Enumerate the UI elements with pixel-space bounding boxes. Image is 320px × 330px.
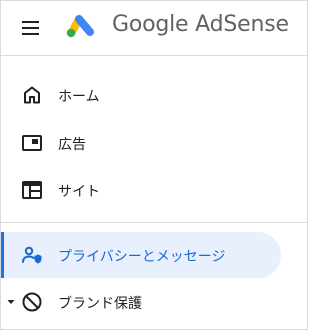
sidebar-item-label: プライバシーとメッセージ [58, 249, 226, 265]
privacy-icon [22, 246, 42, 264]
sidebar-item-privacy-messaging[interactable]: プライバシーとメッセージ [1, 232, 281, 278]
sidebar-header: Google AdSense [1, 1, 307, 56]
sidebar-item-home[interactable]: ホーム [1, 72, 307, 118]
adsense-sidebar: Google AdSense ホーム 広告 サイト プライバシーとメッセージ ブ… [0, 0, 308, 330]
sidebar-item-label: ホーム [58, 89, 100, 105]
adsense-logo-icon [66, 15, 94, 38]
hamburger-menu-icon[interactable] [15, 15, 43, 41]
home-icon [24, 86, 40, 104]
nav-divider [1, 222, 307, 223]
active-indicator [1, 232, 4, 278]
sidebar-item-label: 広告 [58, 137, 86, 153]
ads-icon [22, 135, 42, 151]
sidebar-item-label: ブランド保護 [58, 296, 142, 312]
sites-icon [22, 181, 42, 199]
sidebar-item-sites[interactable]: サイト [1, 167, 307, 213]
sidebar-item-ads[interactable]: 広告 [1, 120, 307, 166]
expand-caret-icon[interactable] [7, 298, 15, 306]
sidebar-item-label: サイト [58, 184, 100, 200]
product-name: Google AdSense [112, 12, 289, 37]
sidebar-item-brand-safety[interactable]: ブランド保護 [1, 279, 307, 325]
block-icon [22, 292, 42, 312]
